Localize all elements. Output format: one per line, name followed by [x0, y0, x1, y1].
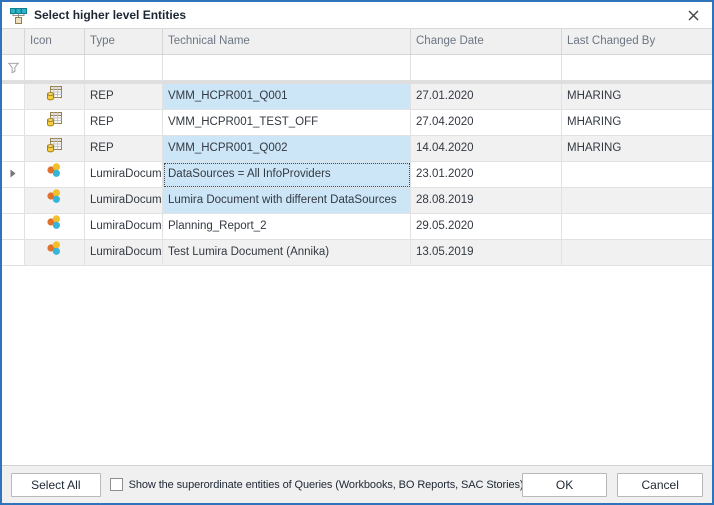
row-indicator-cell[interactable] — [2, 188, 25, 214]
icon-cell[interactable] — [25, 84, 85, 110]
filter-row-indicator[interactable] — [2, 55, 25, 81]
type-cell[interactable]: LumiraDocum... — [85, 188, 163, 214]
report-query-icon — [46, 136, 63, 162]
technical-name-cell[interactable]: VMM_HCPR001_TEST_OFF — [163, 110, 411, 136]
table-row[interactable]: REPVMM_HCPR001_TEST_OFF27.04.2020MHARING — [2, 110, 712, 136]
grid-header-row: Icon Type Technical Name Change Date Las… — [2, 29, 712, 55]
icon-cell[interactable] — [25, 214, 85, 240]
icon-cell[interactable] — [25, 240, 85, 266]
superordinate-checkbox[interactable] — [110, 478, 123, 491]
filter-cell-change-date[interactable] — [411, 55, 562, 81]
row-indicator-cell[interactable] — [2, 84, 25, 110]
table-row[interactable]: LumiraDocum...Planning_Report_229.05.202… — [2, 214, 712, 240]
last-changed-by-cell[interactable] — [562, 214, 712, 240]
column-header-technical-name[interactable]: Technical Name — [163, 29, 411, 55]
lumira-document-icon — [46, 214, 63, 240]
change-date-cell[interactable]: 27.01.2020 — [411, 84, 562, 110]
filter-funnel-icon — [7, 61, 20, 74]
title-bar: Select higher level Entities — [2, 2, 712, 29]
row-indicator-cell[interactable] — [2, 162, 25, 188]
type-cell[interactable]: REP — [85, 136, 163, 162]
table-row[interactable]: REPVMM_HCPR001_Q00214.04.2020MHARING — [2, 136, 712, 162]
hierarchy-icon — [10, 7, 27, 24]
row-indicator-cell[interactable] — [2, 214, 25, 240]
technical-name-cell[interactable]: Lumira Document with different DataSourc… — [163, 188, 411, 214]
change-date-cell[interactable]: 23.01.2020 — [411, 162, 562, 188]
filter-cell-type[interactable] — [85, 55, 163, 81]
window-title: Select higher level Entities — [34, 8, 186, 22]
header-corner-cell — [2, 29, 25, 55]
footer-bar: Select All Show the superordinate entiti… — [2, 465, 712, 503]
column-header-type[interactable]: Type — [85, 29, 163, 55]
type-cell[interactable]: LumiraDocum... — [85, 240, 163, 266]
lumira-document-icon — [46, 240, 63, 266]
change-date-cell[interactable]: 28.08.2019 — [411, 188, 562, 214]
last-changed-by-cell[interactable] — [562, 162, 712, 188]
icon-cell[interactable] — [25, 188, 85, 214]
row-indicator-cell[interactable] — [2, 136, 25, 162]
report-query-icon — [46, 110, 63, 136]
last-changed-by-cell[interactable] — [562, 188, 712, 214]
close-button[interactable] — [682, 4, 704, 26]
entities-grid: Icon Type Technical Name Change Date Las… — [2, 29, 712, 465]
type-cell[interactable]: LumiraDocum... — [85, 214, 163, 240]
row-indicator-cell[interactable] — [2, 110, 25, 136]
technical-name-cell[interactable]: Test Lumira Document (Annika) — [163, 240, 411, 266]
report-query-icon — [46, 84, 63, 110]
type-cell[interactable]: REP — [85, 84, 163, 110]
lumira-document-icon — [46, 162, 63, 188]
change-date-cell[interactable]: 14.04.2020 — [411, 136, 562, 162]
grid-rows: REPVMM_HCPR001_Q00127.01.2020MHARINGREPV… — [2, 84, 712, 266]
last-changed-by-cell[interactable]: MHARING — [562, 84, 712, 110]
table-row[interactable]: LumiraDocum...Test Lumira Document (Anni… — [2, 240, 712, 266]
filter-cell-icon[interactable] — [25, 55, 85, 81]
technical-name-cell[interactable]: Planning_Report_2 — [163, 214, 411, 240]
table-row[interactable]: LumiraDocum...Lumira Document with diffe… — [2, 188, 712, 214]
superordinate-checkbox-label: Show the superordinate entities of Queri… — [129, 479, 522, 491]
last-changed-by-cell[interactable] — [562, 240, 712, 266]
ok-button[interactable]: OK — [522, 473, 608, 497]
row-indicator-cell[interactable] — [2, 240, 25, 266]
grid-filter-row — [2, 55, 712, 84]
icon-cell[interactable] — [25, 110, 85, 136]
last-changed-by-cell[interactable]: MHARING — [562, 110, 712, 136]
column-header-last-changed-by[interactable]: Last Changed By — [562, 29, 712, 55]
change-date-cell[interactable]: 29.05.2020 — [411, 214, 562, 240]
last-changed-by-cell[interactable]: MHARING — [562, 136, 712, 162]
table-row[interactable]: LumiraDocum...DataSources = All InfoProv… — [2, 162, 712, 188]
select-all-button[interactable]: Select All — [11, 473, 101, 497]
icon-cell[interactable] — [25, 162, 85, 188]
current-row-arrow-icon — [10, 163, 16, 187]
icon-cell[interactable] — [25, 136, 85, 162]
technical-name-cell[interactable]: DataSources = All InfoProviders — [163, 162, 411, 188]
type-cell[interactable]: REP — [85, 110, 163, 136]
technical-name-cell[interactable]: VMM_HCPR001_Q002 — [163, 136, 411, 162]
lumira-document-icon — [46, 188, 63, 214]
change-date-cell[interactable]: 13.05.2019 — [411, 240, 562, 266]
technical-name-cell[interactable]: VMM_HCPR001_Q001 — [163, 84, 411, 110]
table-row[interactable]: REPVMM_HCPR001_Q00127.01.2020MHARING — [2, 84, 712, 110]
column-header-icon[interactable]: Icon — [25, 29, 85, 55]
change-date-cell[interactable]: 27.04.2020 — [411, 110, 562, 136]
filter-cell-technical-name[interactable] — [163, 55, 411, 81]
filter-cell-last-changed-by[interactable] — [562, 55, 712, 81]
close-icon — [688, 10, 699, 21]
cancel-button[interactable]: Cancel — [617, 473, 703, 497]
column-header-change-date[interactable]: Change Date — [411, 29, 562, 55]
type-cell[interactable]: LumiraDocum... — [85, 162, 163, 188]
dialog-window: Select higher level Entities Icon Type T… — [0, 0, 714, 505]
